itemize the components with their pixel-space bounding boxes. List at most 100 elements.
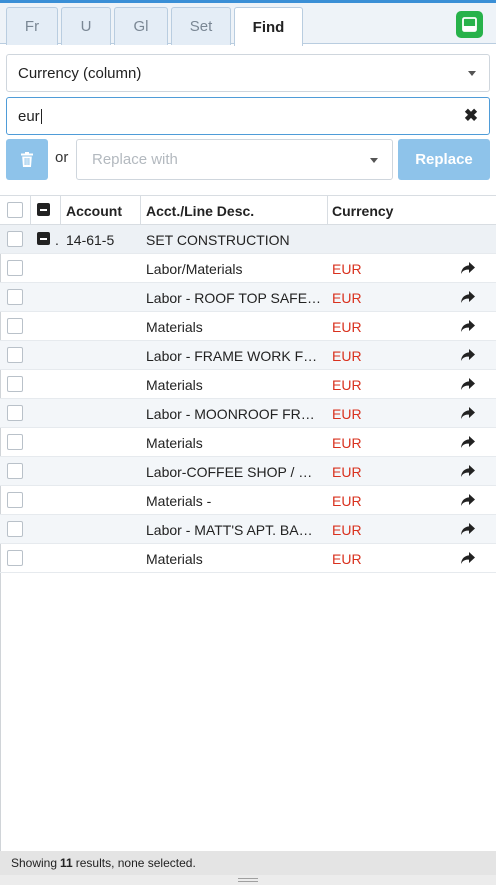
go-to-icon[interactable]	[460, 464, 476, 478]
row-desc: Labor - MOONROOF FR…	[146, 405, 315, 422]
tab-label: Find	[252, 18, 285, 36]
trash-icon	[21, 152, 33, 167]
row-currency: EUR	[332, 347, 362, 364]
column-select-value: Currency (column)	[18, 64, 142, 82]
select-all-checkbox[interactable]	[7, 202, 23, 218]
go-to-icon[interactable]	[460, 435, 476, 449]
tab-u[interactable]: U	[61, 7, 111, 45]
table-row[interactable]: Materials EUR	[0, 370, 496, 399]
go-to-icon[interactable]	[460, 290, 476, 304]
tab-set[interactable]: Set	[171, 7, 231, 45]
row-currency: EUR	[332, 289, 362, 306]
column-divider	[30, 196, 31, 225]
replace-with-select[interactable]: Replace with	[76, 139, 393, 180]
tab-gl[interactable]: Gl	[114, 7, 168, 45]
group-account: 14-61-5	[66, 231, 115, 248]
row-desc: Materials	[146, 550, 203, 567]
row-checkbox[interactable]	[7, 347, 23, 363]
tab-bar: Fr U Gl Set Find	[0, 3, 496, 46]
table-row[interactable]: Labor-COFFEE SHOP / … EUR	[0, 457, 496, 486]
table-row[interactable]: Labor/Materials EUR	[0, 254, 496, 283]
row-checkbox[interactable]	[7, 434, 23, 450]
row-checkbox[interactable]	[7, 492, 23, 508]
currency-column-header[interactable]: Currency	[332, 196, 432, 225]
go-to-icon[interactable]	[460, 406, 476, 420]
row-checkbox[interactable]	[7, 463, 23, 479]
chevron-down-icon	[468, 71, 476, 76]
replace-with-placeholder: Replace with	[92, 151, 178, 168]
column-divider	[327, 196, 328, 225]
chevron-down-icon	[370, 158, 378, 163]
row-checkbox[interactable]	[7, 521, 23, 537]
row-checkbox[interactable]	[7, 550, 23, 566]
row-desc: Labor - FRAME WORK F…	[146, 347, 318, 364]
row-desc: Labor - ROOF TOP SAFE…	[146, 289, 322, 306]
collapse-group-icon[interactable]	[37, 232, 50, 245]
clear-search-icon[interactable]: ✖	[463, 106, 479, 125]
resize-handle[interactable]	[0, 875, 496, 885]
status-prefix: Showing	[11, 856, 58, 870]
desc-column-header[interactable]: Acct./Line Desc.	[146, 196, 324, 225]
go-to-icon[interactable]	[460, 348, 476, 362]
grid-header-row: Account Acct./Line Desc. Currency	[0, 196, 496, 225]
row-currency: EUR	[332, 463, 362, 480]
table-row[interactable]: Materials - EUR	[0, 486, 496, 515]
row-currency: EUR	[332, 318, 362, 335]
go-to-icon[interactable]	[460, 551, 476, 565]
toggle-panel-button[interactable]	[456, 11, 483, 38]
panel-icon	[462, 17, 477, 32]
tab-fr[interactable]: Fr	[6, 7, 58, 45]
row-currency: EUR	[332, 405, 362, 422]
search-input[interactable]: eur	[6, 97, 490, 135]
row-checkbox[interactable]	[7, 260, 23, 276]
row-currency: EUR	[332, 550, 362, 567]
table-row[interactable]: Labor - MOONROOF FR… EUR	[0, 399, 496, 428]
row-currency: EUR	[332, 434, 362, 451]
row-checkbox[interactable]	[7, 289, 23, 305]
row-desc: Materials	[146, 434, 203, 451]
replace-button[interactable]: Replace	[398, 139, 490, 180]
row-desc: Labor-COFFEE SHOP / …	[146, 463, 313, 480]
tab-label: U	[80, 18, 92, 35]
grip-icon	[238, 878, 258, 882]
results-grid: Account Acct./Line Desc. Currency . 14-6…	[0, 196, 496, 573]
table-row[interactable]: Materials EUR	[0, 428, 496, 457]
tab-find[interactable]: Find	[234, 7, 303, 46]
row-currency: EUR	[332, 260, 362, 277]
row-desc: Labor/Materials	[146, 260, 243, 277]
row-currency: EUR	[332, 521, 362, 538]
table-row[interactable]: Materials EUR	[0, 312, 496, 341]
or-label: or	[55, 149, 69, 166]
status-suffix: results, none selected.	[75, 856, 196, 870]
row-currency: EUR	[332, 376, 362, 393]
group-row[interactable]: . 14-61-5 SET CONSTRUCTION	[0, 225, 496, 254]
table-row[interactable]: Labor - ROOF TOP SAFE… EUR	[0, 283, 496, 312]
group-checkbox[interactable]	[7, 231, 23, 247]
row-checkbox[interactable]	[7, 318, 23, 334]
tab-label: Gl	[133, 18, 149, 35]
collapse-all-icon[interactable]	[37, 203, 50, 216]
table-row[interactable]: Materials EUR	[0, 544, 496, 573]
go-to-icon[interactable]	[460, 493, 476, 507]
go-to-icon[interactable]	[460, 522, 476, 536]
row-checkbox[interactable]	[7, 405, 23, 421]
go-to-icon[interactable]	[460, 261, 476, 275]
row-desc: Labor - MATT'S APT. BA…	[146, 521, 313, 538]
column-divider	[60, 196, 61, 225]
search-input-value: eur	[18, 107, 40, 125]
row-desc: Materials	[146, 318, 203, 335]
account-column-header[interactable]: Account	[66, 196, 136, 225]
table-row[interactable]: Labor - MATT'S APT. BA… EUR	[0, 515, 496, 544]
row-currency: EUR	[332, 492, 362, 509]
delete-button[interactable]	[6, 139, 48, 180]
column-select[interactable]: Currency (column)	[6, 54, 490, 92]
go-to-icon[interactable]	[460, 319, 476, 333]
go-to-icon[interactable]	[460, 377, 476, 391]
row-checkbox[interactable]	[7, 376, 23, 392]
column-divider	[140, 196, 141, 225]
table-row[interactable]: Labor - FRAME WORK F… EUR	[0, 341, 496, 370]
data-rows: Labor/Materials EUR Labor - ROOF TOP SAFE……	[0, 254, 496, 573]
group-dot: .	[55, 231, 59, 248]
tab-label: Set	[189, 18, 213, 35]
row-desc: Materials	[146, 376, 203, 393]
